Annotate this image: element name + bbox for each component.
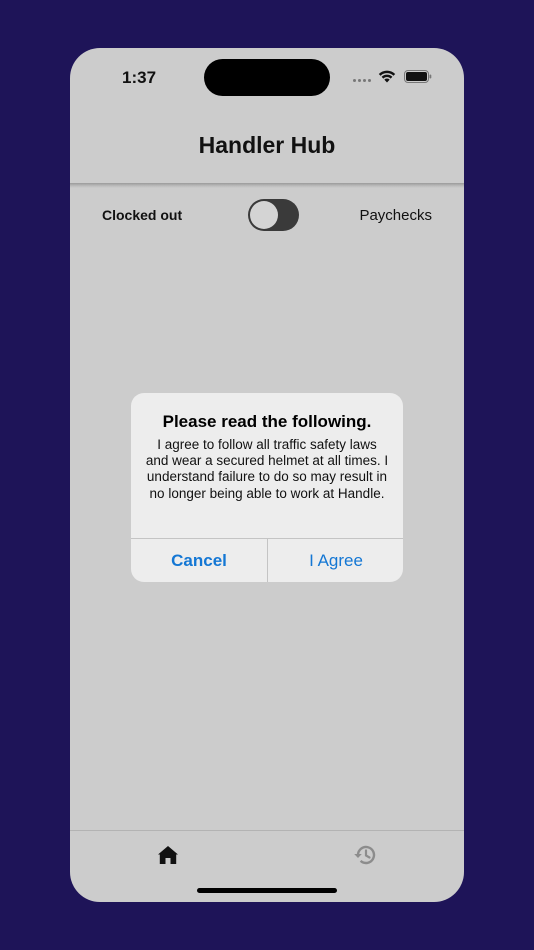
dynamic-island: [204, 59, 330, 96]
clock-status-label: Clocked out: [102, 207, 183, 223]
cancel-button[interactable]: Cancel: [131, 539, 267, 582]
history-icon[interactable]: [352, 844, 376, 866]
agreement-alert: Please read the following. I agree to fo…: [131, 393, 403, 582]
page-title: Handler Hub: [198, 132, 336, 158]
paychecks-link[interactable]: Paychecks: [359, 207, 432, 224]
agree-button[interactable]: I Agree: [268, 539, 403, 582]
toggle-knob: [250, 201, 278, 229]
phone-screen: 1:37 Handler Hub Clocked out Paychecks P…: [70, 48, 464, 902]
alert-message: I agree to follow all traffic safety law…: [145, 437, 389, 501]
battery-icon: [404, 70, 432, 83]
alert-title: Please read the following.: [162, 412, 372, 431]
home-indicator: [197, 888, 337, 893]
home-icon[interactable]: [157, 845, 179, 865]
clock-in-toggle[interactable]: [248, 199, 299, 231]
wifi-icon: [378, 70, 396, 83]
status-time: 1:37: [122, 68, 157, 87]
cellular-signal-icon: [353, 79, 371, 82]
header-divider: [70, 183, 464, 188]
tab-bar-divider: [70, 830, 464, 831]
